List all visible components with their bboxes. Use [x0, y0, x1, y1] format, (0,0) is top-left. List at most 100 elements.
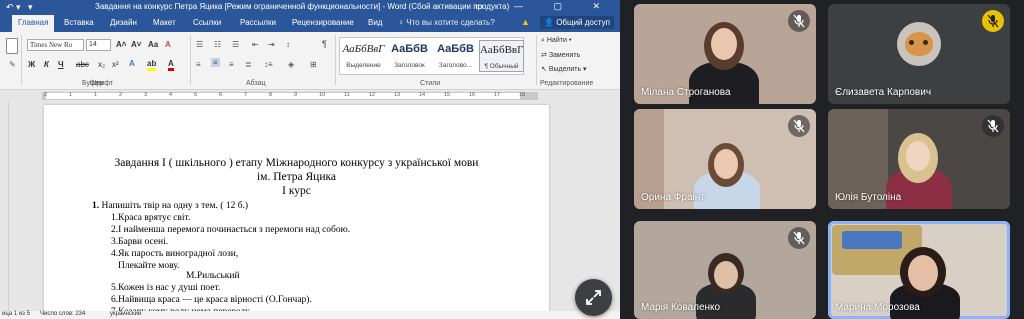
- find-button[interactable]: ⌕ Найти ▾: [541, 37, 572, 45]
- participant-tile[interactable]: Юлія Бутоліна: [828, 109, 1010, 209]
- participant-face: [908, 255, 938, 291]
- borders-icon[interactable]: ⊞: [310, 60, 317, 69]
- tab-insert[interactable]: Вставка: [64, 18, 94, 27]
- font-size-select[interactable]: 14: [86, 39, 111, 51]
- select-button[interactable]: ↖ Выделить ▾: [541, 65, 587, 73]
- replace-button[interactable]: ⇄ Заменить: [541, 51, 580, 59]
- document-title: Завдання на конкурс Петра Яцика [Режим о…: [95, 2, 510, 11]
- align-left-icon[interactable]: ≡: [196, 60, 201, 69]
- person-icon: 👤: [544, 18, 557, 27]
- group-editing-label: Редактирование: [540, 80, 594, 87]
- ruler-number: 2: [119, 92, 123, 98]
- undo-icon[interactable]: ↶ ▾: [6, 2, 21, 13]
- italic-button[interactable]: К: [44, 60, 49, 69]
- participant-name: Мілана Строганова: [641, 87, 731, 98]
- quote-line: Плекайте мову.: [118, 261, 180, 271]
- sort-icon[interactable]: ↕: [286, 40, 290, 49]
- participant-face: [714, 261, 738, 289]
- vertical-ruler: [0, 102, 9, 312]
- decrease-indent-icon[interactable]: ⇤: [252, 40, 259, 49]
- participant-name: Марина Морозова: [835, 302, 920, 313]
- styles-gallery: АаБбВвГ Выделение АаБбВ Заголовок АаБбВ …: [339, 37, 524, 75]
- ruler-number: 3: [144, 92, 148, 98]
- ruler-number: 8: [269, 92, 273, 98]
- avatar: [897, 22, 941, 66]
- participant-tile[interactable]: Мілана Строганова: [634, 4, 816, 104]
- numbering-icon[interactable]: ☷: [214, 40, 221, 49]
- group-paragraph-label: Абзац: [246, 80, 266, 87]
- underline-button[interactable]: Ч: [58, 60, 64, 69]
- highlight-icon[interactable]: ab: [147, 59, 157, 71]
- ruler-number: 6: [219, 92, 223, 98]
- participant-tile[interactable]: Орина Фраінт: [634, 109, 816, 209]
- align-right-icon[interactable]: ≡: [229, 60, 234, 69]
- bullets-icon[interactable]: ☰: [196, 40, 203, 49]
- superscript-button[interactable]: x²: [112, 60, 119, 69]
- ruler-number: 11: [344, 92, 350, 98]
- tab-view[interactable]: Вид: [368, 18, 382, 27]
- list-item: 5.Кожен із нас у душі поет.: [111, 283, 221, 293]
- grow-font-icon[interactable]: A˄: [116, 40, 126, 49]
- doc-heading-line3: І курс: [282, 185, 311, 197]
- expand-button[interactable]: [575, 279, 612, 316]
- mic-off-icon: [982, 10, 1004, 32]
- justify-icon[interactable]: ≣: [245, 60, 252, 69]
- tab-design[interactable]: Дизайн: [110, 18, 137, 27]
- tab-home[interactable]: Главная: [12, 15, 55, 32]
- language-status: украинский: [110, 311, 142, 317]
- show-marks-icon[interactable]: ¶: [322, 39, 327, 49]
- font-color-icon[interactable]: A: [168, 59, 174, 71]
- ruler-number: 14: [419, 92, 426, 98]
- tab-references[interactable]: Ссылки: [193, 18, 221, 27]
- style-normal[interactable]: АаБбВвГ ¶ Обычный: [479, 40, 524, 72]
- participant-name: Марія Коваленко: [641, 302, 721, 313]
- customize-toolbar-icon[interactable]: ▾: [28, 2, 33, 13]
- participant-name: Юлія Бутоліна: [835, 192, 902, 203]
- ruler-number: 1: [94, 92, 98, 98]
- text-effects-icon[interactable]: A: [129, 59, 135, 68]
- style-emphasis[interactable]: АаБбВвГ Выделение: [341, 40, 386, 72]
- ruler-number: 4: [169, 92, 173, 98]
- change-case-icon[interactable]: Aa: [148, 40, 158, 49]
- format-painter-icon[interactable]: ✎: [9, 60, 16, 69]
- fullscreen-icon: [586, 290, 601, 305]
- tell-me-box[interactable]: ♀ Что вы хотите сделать?: [398, 18, 495, 27]
- window-controls[interactable]: ▭ — ▢ ✕: [475, 1, 614, 12]
- word-window: ↶ ▾ ▾ Завдання на конкурс Петра Яцика [Р…: [0, 0, 620, 319]
- warning-icon[interactable]: ▲: [521, 17, 530, 27]
- ruler-number: 9: [294, 92, 298, 98]
- ruler-bar: [42, 92, 538, 100]
- tab-review[interactable]: Рецензирование: [292, 18, 354, 27]
- style-heading2[interactable]: АаБбВ Заголово...: [433, 40, 478, 72]
- clear-format-icon[interactable]: A: [165, 40, 171, 49]
- list-item: 4.Як парость виноградної лози,: [111, 249, 239, 259]
- ruler-number: 17: [494, 92, 501, 98]
- tab-layout[interactable]: Макет: [153, 18, 176, 27]
- participant-tile[interactable]: Єлизавета Карпович: [828, 4, 1010, 104]
- increase-indent-icon[interactable]: ⇥: [268, 40, 275, 49]
- style-heading1[interactable]: АаБбВ Заголовок: [387, 40, 432, 72]
- mic-off-icon: [788, 227, 810, 249]
- replace-icon: ⇄: [541, 52, 549, 59]
- status-bar: ица 1 из 5 Число слов: 234 украинский: [0, 311, 620, 319]
- task-line: 1. Напишіть твір на одну з тем. ( 12 б.): [92, 201, 249, 211]
- document-page[interactable]: Завдання І ( шкільного ) етапу Міжнародн…: [44, 105, 549, 319]
- multilevel-list-icon[interactable]: ☰: [232, 40, 239, 49]
- align-center-icon[interactable]: ≡: [211, 58, 220, 67]
- strikethrough-button[interactable]: abc: [76, 60, 89, 69]
- line-spacing-icon[interactable]: ↕≡: [264, 60, 273, 69]
- share-button[interactable]: 👤 Общий доступ: [540, 16, 614, 29]
- tab-mailings[interactable]: Рассылки: [240, 18, 276, 27]
- participant-tile-active[interactable]: Марина Морозова: [828, 221, 1010, 319]
- shrink-font-icon[interactable]: A˅: [131, 40, 141, 49]
- participant-name: Орина Фраінт: [641, 192, 705, 203]
- doc-heading-line1: Завдання І ( шкільного ) етапу Міжнародн…: [114, 157, 479, 169]
- subscript-button[interactable]: x₂: [98, 60, 105, 69]
- bold-button[interactable]: Ж: [28, 60, 35, 69]
- paste-icon[interactable]: [6, 38, 18, 54]
- separator: [190, 35, 191, 85]
- horizontal-ruler[interactable]: 2 1 1 2 3 4 5 6 7 8 9 10 11 12 13 14 15 16 17 18: [0, 90, 620, 102]
- shading-icon[interactable]: ◈: [288, 60, 294, 69]
- participant-tile[interactable]: Марія Коваленко: [634, 221, 816, 319]
- font-name-select[interactable]: Times New Ro: [27, 39, 84, 51]
